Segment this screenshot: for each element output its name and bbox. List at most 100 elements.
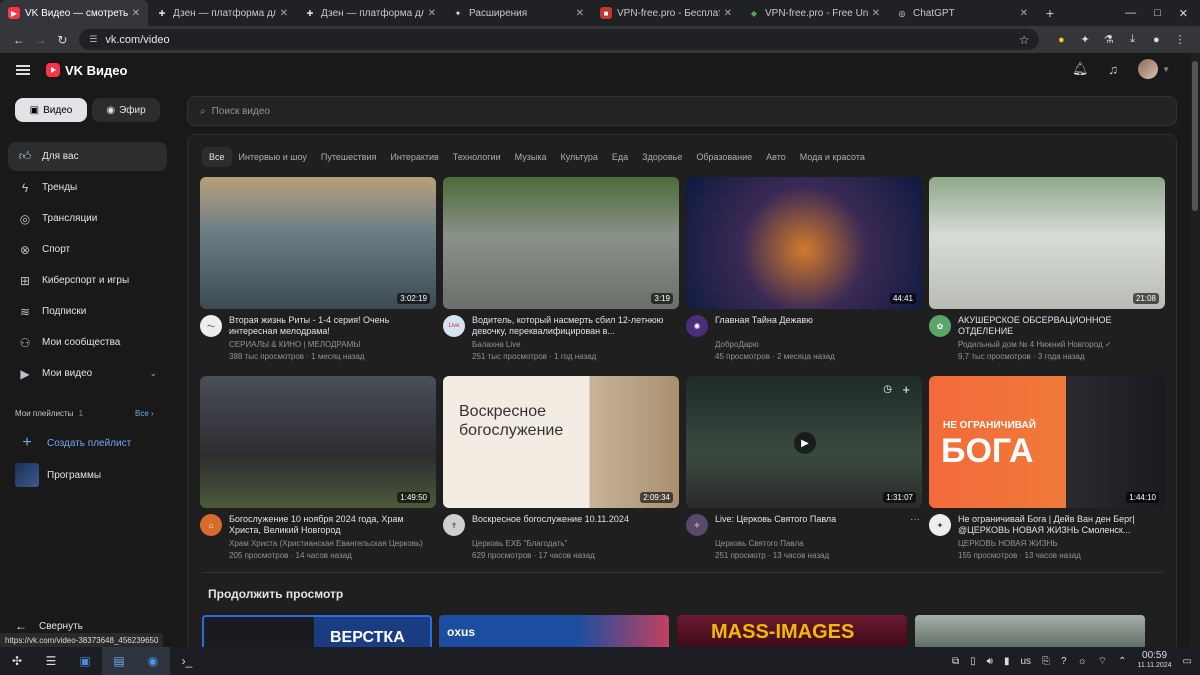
video-title[interactable]: Воскресное богослужение 10.11.2024 xyxy=(472,514,679,536)
browser-taskbar-icon[interactable]: ◉ xyxy=(136,647,170,675)
lab-icon[interactable]: ⚗ xyxy=(1097,33,1121,46)
more-options-icon[interactable]: ··· xyxy=(910,514,920,525)
channel-name[interactable]: Балахна Live xyxy=(472,340,679,349)
notifications-bell-icon[interactable]: 🔔︎ xyxy=(1072,61,1089,77)
reload-icon[interactable]: ↻ xyxy=(52,33,74,47)
chip[interactable]: Музыка xyxy=(508,147,554,167)
channel-avatar[interactable]: ✿ xyxy=(929,315,951,337)
chip[interactable]: Интерактив xyxy=(383,147,445,167)
browser-menu-icon[interactable]: ⋮ xyxy=(1168,33,1192,46)
new-tab-button[interactable]: + xyxy=(1040,5,1060,21)
help-icon[interactable]: ? xyxy=(1061,656,1067,667)
browser-tab[interactable]: ◆ VPN-free.pro - Free Unlimit ✕ xyxy=(740,0,888,26)
continue-video-thumbnail[interactable]: oxus xyxy=(439,615,669,649)
scrollbar-thumb[interactable] xyxy=(1192,61,1198,211)
show-desktop-icon[interactable]: ▭ xyxy=(1183,656,1192,667)
segment-video-button[interactable]: ▣ Видео xyxy=(15,98,87,122)
video-title[interactable]: Богослужение 10 ноября 2024 года, Храм Х… xyxy=(229,514,436,536)
maximize-icon[interactable]: □ xyxy=(1154,7,1161,19)
create-playlist-button[interactable]: + Создать плейлист xyxy=(15,431,131,455)
browser-tab[interactable]: ◎ ChatGPT ✕ xyxy=(888,0,1036,26)
channel-name[interactable]: Храм Христа (Христианская Евангельская Ц… xyxy=(229,539,436,548)
chip[interactable]: Мода и красота xyxy=(793,147,872,167)
music-icon[interactable]: ♫ xyxy=(1108,62,1118,77)
channel-avatar[interactable]: ✝ xyxy=(443,514,465,536)
extension-badge-icon[interactable]: ● xyxy=(1049,34,1073,46)
video-title[interactable]: АКУШЕРСКОЕ ОБСЕРВАЦИОННОЕ ОТДЕЛЕНИЕ xyxy=(958,315,1165,337)
chip[interactable]: Путешествия xyxy=(314,147,384,167)
close-tab-icon[interactable]: ✕ xyxy=(280,8,288,19)
back-icon[interactable]: ← xyxy=(8,33,30,47)
forward-icon[interactable]: → xyxy=(30,33,52,47)
clock[interactable]: 00:59 11.11.2024 xyxy=(1138,651,1172,671)
channel-name[interactable]: ЦЕРКОВЬ НОВАЯ ЖИЗНЬ xyxy=(958,539,1165,548)
video-thumbnail[interactable]: ◷ + ▶ 1:31:07 xyxy=(686,376,922,508)
browser-tab[interactable]: ■ VPN-free.pro - Бесплатный ✕ xyxy=(592,0,740,26)
site-info-icon[interactable]: ☰ xyxy=(89,34,97,45)
video-thumbnail[interactable]: 21:08 xyxy=(929,177,1165,309)
video-card[interactable]: 44:41 ✺ Главная Тайна Дежавю ДоброДарю 4… xyxy=(686,177,922,361)
playlists-all-link[interactable]: Все › xyxy=(135,409,154,418)
chip[interactable]: Все xyxy=(202,147,232,167)
terminal-icon[interactable]: ›_ xyxy=(170,647,204,675)
video-title[interactable]: Live: Церковь Святого Павла xyxy=(715,514,922,536)
segment-live-button[interactable]: ◉ Эфир xyxy=(92,98,160,122)
app-launcher-icon[interactable]: ✣ xyxy=(0,647,34,675)
close-tab-icon[interactable]: ✕ xyxy=(132,8,140,19)
play-icon[interactable]: ▶ xyxy=(794,432,816,454)
extensions-puzzle-icon[interactable]: ✦ xyxy=(1073,33,1097,46)
channel-avatar[interactable]: ✦ xyxy=(929,514,951,536)
volume-icon[interactable]: 🔊︎ xyxy=(987,656,993,667)
brightness-icon[interactable]: ☼ xyxy=(1078,656,1087,667)
network-status-icon[interactable]: ⧉ xyxy=(952,656,959,667)
sidebar-item-trends[interactable]: ϟ Тренды xyxy=(8,173,167,202)
profile-icon[interactable]: ● xyxy=(1144,34,1168,46)
sidebar-item-esports[interactable]: ⊞ Киберспорт и игры xyxy=(8,266,167,295)
minimize-icon[interactable]: — xyxy=(1125,7,1136,19)
vk-video-logo[interactable]: VK Видео xyxy=(46,63,127,78)
continue-video-thumbnail[interactable]: MASS-IMAGES xyxy=(677,615,907,649)
video-card[interactable]: 21:08 ✿ АКУШЕРСКОЕ ОБСЕРВАЦИОННОЕ ОТДЕЛЕ… xyxy=(929,177,1165,361)
browser-tab[interactable]: ▶ VK Видео — смотреть онл ✕ xyxy=(0,0,148,26)
hamburger-menu-icon[interactable] xyxy=(16,65,30,75)
add-icon[interactable]: + xyxy=(902,382,910,397)
sidebar-item-subscriptions[interactable]: ≋ Подписки xyxy=(8,297,167,326)
store-icon[interactable]: ▣ xyxy=(68,647,102,675)
channel-avatar[interactable]: 〜 xyxy=(200,315,222,337)
close-tab-icon[interactable]: ✕ xyxy=(872,8,880,19)
keyboard-layout[interactable]: us xyxy=(1020,656,1031,667)
video-card[interactable]: ◷ + ▶ 1:31:07 ✧ Live: Церковь Святого Па… xyxy=(686,376,922,560)
close-window-icon[interactable]: ✕ xyxy=(1179,7,1188,20)
channel-avatar[interactable]: ✺ xyxy=(686,315,708,337)
channel-name[interactable]: Родильный дом № 4 Нижний Новгород ✓ xyxy=(958,340,1165,349)
address-bar[interactable]: ☰ vk.com/video ☆ xyxy=(79,29,1040,50)
chip[interactable]: Технологии xyxy=(446,147,508,167)
video-thumbnail[interactable]: 44:41 xyxy=(686,177,922,309)
tray-expand-icon[interactable]: ⌃ xyxy=(1118,656,1126,667)
file-manager-icon[interactable]: ▤ xyxy=(102,647,136,675)
download-icon[interactable]: ⤓ xyxy=(1121,33,1145,46)
video-thumbnail[interactable]: НЕ ОГРАНИЧИВАЙ БОГА 1:44:10 xyxy=(929,376,1165,508)
clipboard-icon[interactable]: ▯ xyxy=(970,656,976,667)
channel-avatar[interactable]: ⌂ xyxy=(200,514,222,536)
sidebar-item-sport[interactable]: ⊗ Спорт xyxy=(8,235,167,264)
channel-name[interactable]: Церковь Святого Павла xyxy=(715,539,922,548)
video-title[interactable]: Главная Тайна Дежавю xyxy=(715,315,922,337)
close-tab-icon[interactable]: ✕ xyxy=(1020,8,1028,19)
video-card[interactable]: 1:49:50 ⌂ Богослужение 10 ноября 2024 го… xyxy=(200,376,436,560)
battery-icon[interactable]: ▮ xyxy=(1004,656,1010,667)
profile-menu[interactable]: ▼ xyxy=(1138,59,1170,79)
channel-name[interactable]: ДоброДарю xyxy=(715,340,922,349)
video-thumbnail[interactable]: 3:02:19 xyxy=(200,177,436,309)
video-card[interactable]: 3:02:19 〜 Вторая жизнь Риты - 1-4 серия!… xyxy=(200,177,436,361)
video-title[interactable]: Вторая жизнь Риты - 1-4 серия! Очень инт… xyxy=(229,315,436,337)
browser-tab[interactable]: ✚ Дзен — платформа для пр ✕ xyxy=(296,0,444,26)
sidebar-item-my-videos[interactable]: ▶ Мои видео ⌄ xyxy=(8,359,167,388)
channel-avatar[interactable]: ✧ xyxy=(686,514,708,536)
continue-video-thumbnail[interactable]: ВЕРСТКА xyxy=(202,615,432,649)
chip[interactable]: Образование xyxy=(689,147,759,167)
chip[interactable]: Авто xyxy=(759,147,793,167)
search-input[interactable]: ⌕ Поиск видео xyxy=(187,96,1177,126)
channel-name[interactable]: Церковь ЕХБ "Благодать" xyxy=(472,539,679,548)
close-tab-icon[interactable]: ✕ xyxy=(428,8,436,19)
